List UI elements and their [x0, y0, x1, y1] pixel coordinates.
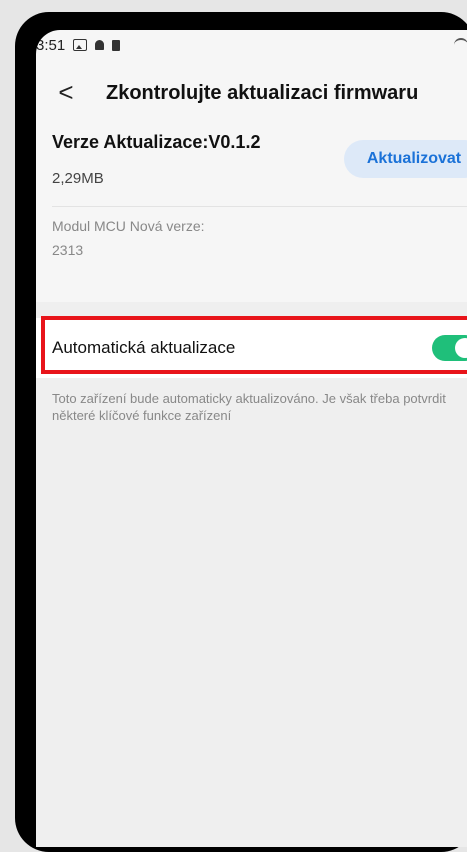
toggle-knob: [455, 338, 467, 358]
mcu-value: 2313: [52, 242, 84, 258]
page-title: Zkontrolujte aktualizaci firmwaru: [106, 82, 419, 104]
section-gap: [36, 302, 467, 318]
phone-frame: 3:51 < Zkontrolujte aktualizaci firmwaru…: [15, 12, 467, 852]
update-card: Verze Aktualizace:V0.1.2 2,29MB Aktualiz…: [36, 126, 467, 306]
wifi-icon: [454, 38, 467, 50]
version-size: 2,29MB: [52, 170, 104, 187]
auto-update-row[interactable]: Automatická aktualizace: [36, 318, 467, 378]
status-bar: 3:51: [36, 30, 467, 60]
divider: [52, 206, 467, 207]
image-icon: [73, 39, 88, 51]
header: < Zkontrolujte aktualizaci firmwaru: [36, 78, 467, 118]
mcu-label: Modul MCU Nová verze:: [52, 218, 205, 234]
screen: 3:51 < Zkontrolujte aktualizaci firmwaru…: [36, 30, 467, 847]
background-lower: [36, 378, 467, 847]
update-button[interactable]: Aktualizovat: [344, 140, 467, 178]
auto-update-toggle[interactable]: [432, 335, 467, 361]
chevron-left-icon: <: [58, 77, 74, 107]
auto-update-label: Automatická aktualizace: [52, 338, 236, 357]
status-right: [454, 38, 467, 50]
bell-icon: [95, 40, 105, 50]
battery-icon: [112, 39, 121, 51]
auto-update-description: Toto zařízení bude automaticky aktualizo…: [52, 391, 446, 423]
version-label: Verze Aktualizace:V0.1.2: [52, 132, 261, 152]
back-button[interactable]: <: [50, 78, 82, 110]
status-time: 3:51: [36, 36, 66, 54]
